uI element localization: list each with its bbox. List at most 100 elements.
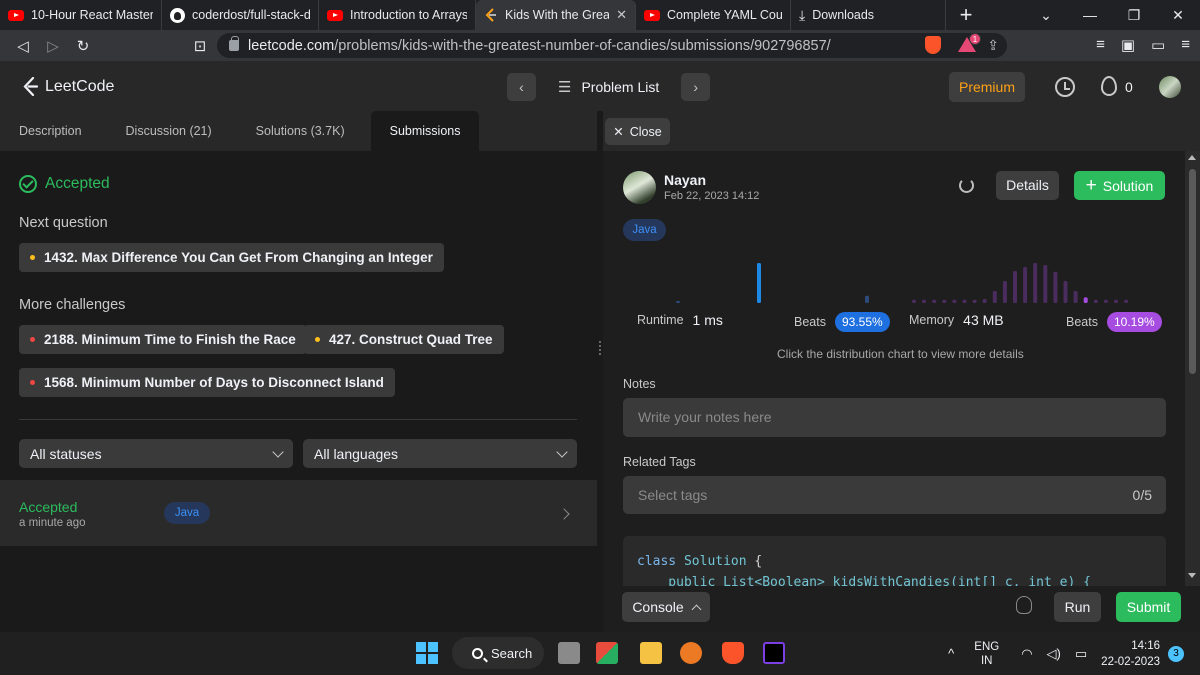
tab-submissions[interactable]: Submissions	[370, 111, 480, 151]
close-window-icon[interactable]: ✕	[1156, 7, 1200, 24]
distribution-chart[interactable]	[603, 246, 1185, 306]
share-icon[interactable]	[959, 178, 974, 193]
bookmark-icon[interactable]: ⊡	[185, 37, 215, 55]
challenge-chip[interactable]: 427. Construct Quad Tree	[304, 325, 504, 354]
premium-button[interactable]: Premium	[949, 72, 1025, 102]
memory-bar[interactable]	[992, 291, 997, 303]
browser-tab[interactable]: coderdost/full-stack-dev	[162, 0, 319, 30]
add-solution-button[interactable]: + Solution	[1074, 171, 1165, 200]
forward-icon[interactable]: ▷	[38, 37, 68, 55]
wallet-icon[interactable]: ▭	[1151, 36, 1165, 54]
memory-bar[interactable]	[1033, 263, 1038, 303]
menu-icon[interactable]: ≡	[1181, 36, 1190, 54]
tab-search-icon[interactable]: ⌄	[1024, 7, 1068, 24]
runtime-bar[interactable]	[865, 295, 869, 303]
memory-bar[interactable]	[1083, 297, 1088, 303]
memory-bar[interactable]	[982, 299, 987, 303]
memory-bar[interactable]	[1063, 281, 1068, 303]
notes-input[interactable]: Write your notes here	[623, 398, 1166, 437]
scroll-down-icon[interactable]	[1188, 573, 1196, 578]
store-icon[interactable]	[596, 642, 618, 664]
share-icon[interactable]: ⇪	[987, 37, 999, 54]
wifi-icon[interactable]: ◠	[1021, 646, 1032, 662]
windows-start-icon[interactable]	[416, 642, 438, 664]
task-view-icon[interactable]	[558, 642, 580, 664]
challenge-chip[interactable]: 1568. Minimum Number of Days to Disconne…	[19, 368, 395, 397]
problem-list-button[interactable]: ☰ Problem List	[544, 78, 673, 96]
taskbar-clock[interactable]: 14:16 22-02-2023	[1101, 638, 1160, 670]
brave-browser-icon[interactable]	[722, 642, 744, 664]
details-button[interactable]: Details	[996, 171, 1059, 200]
memory-bar[interactable]	[1023, 267, 1028, 303]
scrollbar[interactable]	[1185, 151, 1200, 586]
tab-discussion[interactable]: Discussion (21)	[108, 111, 238, 151]
close-tab-icon[interactable]: ✕	[616, 7, 627, 23]
memory-bar[interactable]	[1073, 291, 1078, 303]
memory-bar[interactable]	[932, 299, 937, 303]
memory-bar[interactable]	[1124, 299, 1129, 303]
minimize-icon[interactable]: —	[1068, 7, 1112, 23]
memory-bar[interactable]	[1013, 271, 1017, 303]
tags-select[interactable]: Select tags 0/5	[623, 476, 1166, 514]
scroll-up-icon[interactable]	[1188, 155, 1196, 160]
file-explorer-icon[interactable]	[640, 642, 662, 664]
browser-tab[interactable]: ⤓ Downloads	[791, 0, 946, 30]
scrollbar-thumb[interactable]	[1189, 169, 1196, 374]
battery-icon[interactable]: ▭	[1075, 646, 1087, 662]
alarm-clock-icon[interactable]	[1055, 77, 1075, 97]
leetcode-logo[interactable]: LeetCode	[22, 77, 114, 96]
volume-icon[interactable]: ◁)	[1047, 646, 1061, 662]
language-filter-select[interactable]: All languages	[303, 439, 577, 468]
memory-bar[interactable]	[1002, 281, 1007, 303]
browser-tab[interactable]: Complete YAML Course	[636, 0, 791, 30]
avatar[interactable]	[1159, 76, 1181, 98]
memory-bar[interactable]	[1103, 299, 1108, 303]
sidebar-icon[interactable]: ▣	[1121, 36, 1135, 54]
window-controls: ⌄ — ❐ ✕	[1024, 0, 1200, 30]
tab-description[interactable]: Description	[0, 111, 108, 151]
memory-bar[interactable]	[1053, 271, 1058, 303]
brave-shield-icon[interactable]	[925, 36, 941, 54]
browser-tab[interactable]: 10-Hour React MasterCla	[0, 0, 162, 30]
url-input[interactable]: leetcode.com /problems/kids-with-the-gre…	[217, 33, 1007, 58]
run-button[interactable]: Run	[1054, 592, 1101, 622]
restore-icon[interactable]: ❐	[1112, 7, 1156, 24]
new-tab-button[interactable]: +	[946, 2, 986, 28]
debug-bug-icon[interactable]	[1016, 596, 1032, 614]
browser-tab-active[interactable]: Kids With the Greate ✕	[476, 0, 636, 30]
next-question-chip[interactable]: 1432. Max Difference You Can Get From Ch…	[19, 243, 444, 272]
playlist-icon[interactable]: ≡	[1096, 36, 1105, 54]
intellij-icon[interactable]	[763, 642, 785, 664]
memory-bar[interactable]	[942, 299, 947, 303]
memory-bar[interactable]	[1114, 299, 1118, 303]
prev-problem-button[interactable]: ‹	[507, 73, 536, 101]
taskbar-search[interactable]: Search	[452, 637, 544, 669]
close-button[interactable]: ✕ Close	[605, 118, 670, 145]
fire-streak-icon[interactable]	[1101, 76, 1117, 96]
memory-bar[interactable]	[912, 299, 916, 303]
submit-button[interactable]: Submit	[1116, 592, 1181, 622]
runtime-bar[interactable]	[757, 263, 761, 303]
memory-bar[interactable]	[952, 299, 957, 303]
reload-icon[interactable]: ↻	[68, 37, 98, 55]
notification-badge[interactable]: 3	[1168, 645, 1184, 662]
tab-solutions[interactable]: Solutions (3.7K)	[238, 111, 363, 151]
memory-bar[interactable]	[1043, 265, 1048, 303]
memory-bar[interactable]	[972, 299, 977, 303]
next-problem-button[interactable]: ›	[681, 73, 711, 101]
memory-bar[interactable]	[1093, 299, 1098, 303]
input-language[interactable]: ENG IN	[974, 640, 999, 668]
challenge-chip[interactable]: 2188. Minimum Time to Finish the Race	[19, 325, 307, 354]
code-view[interactable]: class Solution { public List<Boolean> ki…	[623, 536, 1166, 586]
xampp-icon[interactable]	[680, 642, 702, 664]
table-row[interactable]: Accepted a minute ago Java	[0, 480, 597, 546]
memory-bar[interactable]	[962, 299, 967, 303]
runtime-bar[interactable]	[676, 301, 680, 303]
console-button[interactable]: Console	[622, 592, 710, 622]
memory-bar[interactable]	[922, 299, 927, 303]
user-name[interactable]: Nayan	[664, 172, 706, 188]
chevron-up-icon[interactable]: ^	[948, 646, 954, 661]
back-icon[interactable]: ◁	[8, 37, 38, 55]
status-filter-select[interactable]: All statuses	[19, 439, 293, 468]
browser-tab[interactable]: Introduction to Arrays ar	[319, 0, 476, 30]
